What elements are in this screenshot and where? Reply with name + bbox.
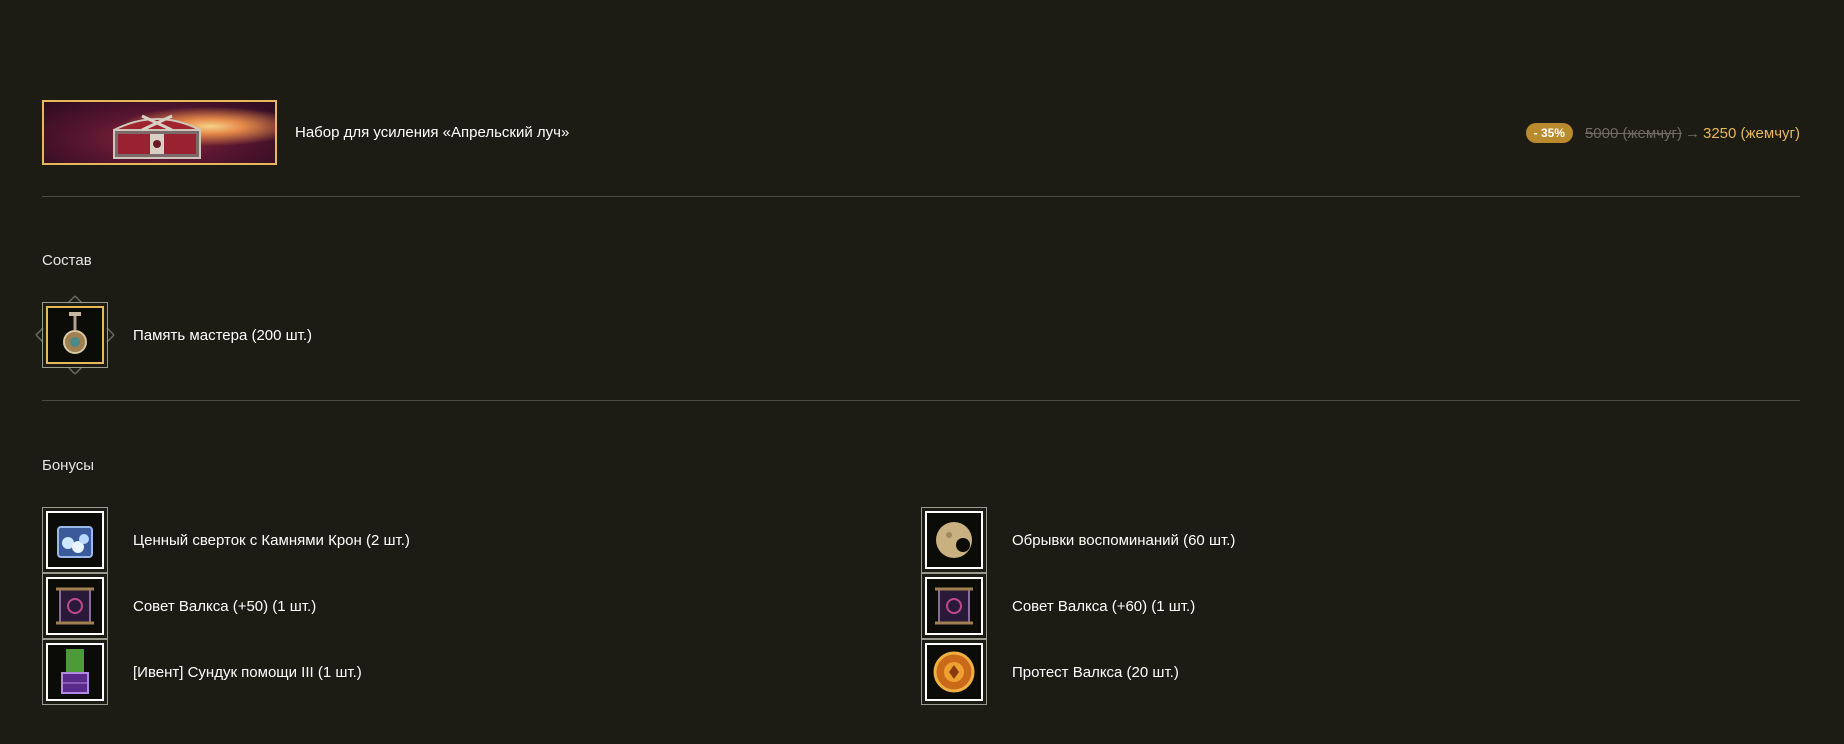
- valks-scroll-icon: [921, 573, 987, 639]
- pack-title: Набор для усиления «Апрельский луч»: [295, 124, 570, 141]
- divider: [42, 196, 1800, 197]
- treasure-chest-icon: [113, 114, 201, 159]
- item-label: Совет Валкса (+50) (1 шт.): [133, 598, 317, 615]
- bonus-item[interactable]: Совет Валкса (+60) (1 шт.): [921, 573, 1521, 639]
- item-label: Протест Валкса (20 шт.): [1012, 664, 1179, 681]
- new-price: 3250 (жемчуг): [1702, 124, 1800, 142]
- old-price: 5000 (жемчуг): [1584, 124, 1682, 142]
- help-chest-icon: [42, 639, 108, 705]
- item-label: Обрывки воспоминаний (60 шт.): [1012, 532, 1236, 549]
- bonuses-title: Бонусы: [42, 457, 95, 474]
- pack-header: Набор для усиления «Апрельский луч» - 35…: [42, 100, 1800, 165]
- valks-protest-coin-icon: [921, 639, 987, 705]
- bonus-item[interactable]: Обрывки воспоминаний (60 шт.): [921, 507, 1521, 573]
- bonus-item[interactable]: Ценный сверток с Камнями Крон (2 шт.): [42, 507, 642, 573]
- crown-stones-bundle-icon: [42, 507, 108, 573]
- price-arrow-icon: →: [1684, 124, 1700, 142]
- bonus-item[interactable]: [Ивент] Сундук помощи III (1 шт.): [42, 639, 642, 705]
- pack-banner-image: [42, 100, 277, 165]
- item-label: [Ивент] Сундук помощи III (1 шт.): [133, 664, 362, 681]
- divider: [42, 400, 1800, 401]
- item-label: Ценный сверток с Камнями Крон (2 шт.): [133, 532, 410, 549]
- memory-fragments-icon: [921, 507, 987, 573]
- item-label: Совет Валкса (+60) (1 шт.): [1012, 598, 1196, 615]
- bonus-item[interactable]: Совет Валкса (+50) (1 шт.): [42, 573, 642, 639]
- item-label: Память мастера (200 шт.): [133, 327, 313, 344]
- composition-title: Состав: [42, 252, 92, 269]
- composition-item[interactable]: Память мастера (200 шт.): [35, 295, 442, 375]
- bonus-item[interactable]: Протест Валкса (20 шт.): [921, 639, 1521, 705]
- master-memory-pendant-icon: [42, 302, 108, 368]
- price-box: - 35% 5000 (жемчуг) → 3250 (жемчуг): [1525, 123, 1800, 143]
- discount-badge: - 35%: [1525, 123, 1573, 143]
- valks-scroll-icon: [42, 573, 108, 639]
